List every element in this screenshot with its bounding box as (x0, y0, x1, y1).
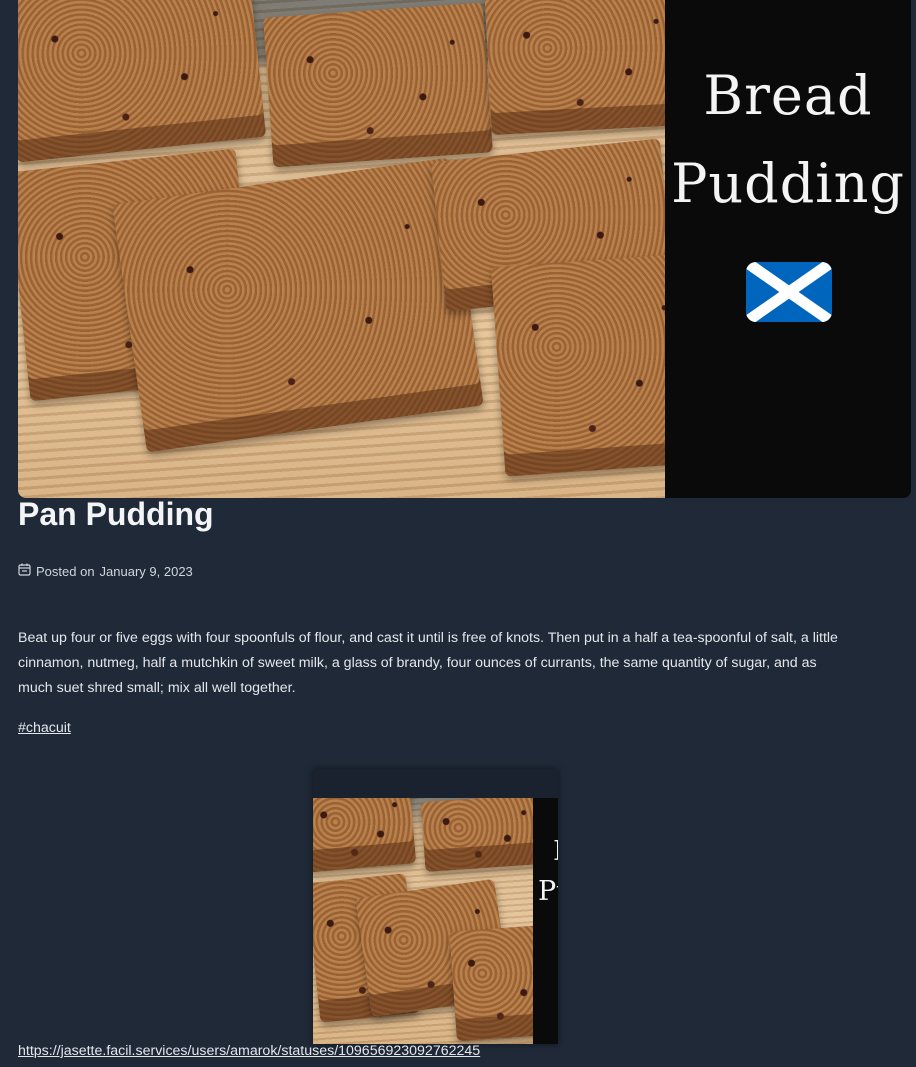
pudding-slice (449, 924, 533, 1042)
post-body: Beat up four or five eggs with four spoo… (18, 630, 838, 696)
post-page: Bread Pudding Pan Pudding Posted on Janu… (0, 0, 916, 1067)
embedded-title-line2: Pu (538, 876, 558, 907)
pudding-slice (313, 798, 417, 873)
pudding-slice (484, 0, 692, 136)
source-status-link[interactable]: https://jasette.facil.services/users/ama… (18, 1043, 480, 1059)
embedded-photo (313, 798, 533, 1044)
pudding-slice (420, 798, 533, 873)
pudding-slice (18, 0, 267, 163)
posted-on-label: Posted on (36, 563, 95, 579)
pudding-slice (112, 157, 484, 453)
scotland-flag-icon (746, 262, 832, 322)
post-title: Pan Pudding (18, 496, 214, 532)
hashtag-link[interactable]: #chacuit (18, 720, 71, 736)
pudding-slice (263, 2, 493, 168)
title-panel: Bread Pudding (665, 0, 911, 498)
embedded-post-image[interactable]: B Pu (313, 769, 558, 1044)
bread-pudding-photo (18, 0, 706, 498)
embedded-title-line1: B (553, 836, 558, 867)
post-meta: Posted on January 9, 2023 (18, 563, 193, 579)
panel-title-line1: Bread (703, 64, 873, 127)
calendar-icon (18, 563, 31, 579)
panel-title-line2: Pudding (671, 152, 905, 215)
featured-image: Bread Pudding (18, 0, 911, 498)
post-date-link[interactable]: January 9, 2023 (100, 564, 193, 579)
embedded-title-panel: B Pu (533, 798, 558, 1044)
